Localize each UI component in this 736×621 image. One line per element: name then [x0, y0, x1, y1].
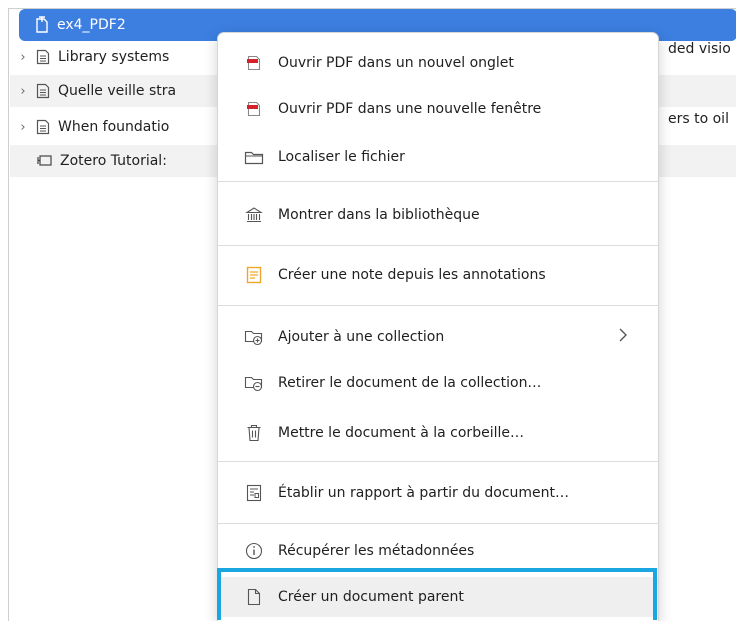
folder-icon — [244, 147, 264, 167]
menu-item-generate-report[interactable]: Établir un rapport à partir du document… — [218, 473, 658, 513]
expand-chevron-icon[interactable]: › — [16, 50, 30, 65]
collection-remove-icon — [244, 373, 264, 393]
pdf-icon — [244, 99, 264, 119]
menu-item-open-pdf-new-window[interactable]: Ouvrir PDF dans une nouvelle fenêtre — [218, 89, 658, 129]
menu-item-remove-from-collection[interactable]: Retirer le document de la collection… — [218, 363, 658, 403]
note-icon — [244, 265, 264, 285]
document-icon — [34, 118, 52, 136]
list-item-overflow: ded visio — [668, 41, 731, 57]
menu-item-label: Créer un document parent — [278, 589, 464, 605]
menu-item-label: Récupérer les métadonnées — [278, 543, 475, 559]
info-icon — [244, 541, 264, 561]
document-icon — [244, 587, 264, 607]
menu-separator — [218, 181, 658, 182]
report-icon — [244, 483, 264, 503]
menu-item-retrieve-metadata[interactable]: Récupérer les métadonnées — [218, 531, 658, 571]
list-item-title: Zotero Tutorial: — [60, 153, 167, 169]
menu-item-create-note-from-annotations[interactable]: Créer une note depuis les annotations — [218, 255, 658, 295]
menu-item-label: Établir un rapport à partir du document… — [278, 485, 570, 501]
pdf-icon — [244, 53, 264, 73]
menu-item-label: Ouvrir PDF dans un nouvel onglet — [278, 55, 514, 71]
pdf-attachment-icon — [33, 16, 51, 34]
presentation-icon — [36, 152, 54, 170]
menu-item-label: Ajouter à une collection — [278, 329, 445, 345]
list-item-title: Library systems — [58, 49, 170, 65]
menu-item-label: Montrer dans la bibliothèque — [278, 207, 480, 223]
menu-item-show-in-library[interactable]: Montrer dans la bibliothèque — [218, 195, 658, 235]
list-item-overflow: ers to oil — [668, 111, 729, 127]
menu-separator — [218, 245, 658, 246]
menu-separator — [218, 523, 658, 524]
collection-add-icon — [244, 327, 264, 347]
expand-chevron-icon[interactable]: › — [16, 120, 30, 135]
menu-separator — [218, 461, 658, 462]
library-icon — [244, 205, 264, 225]
menu-item-create-parent-item[interactable]: Créer un document parent — [218, 577, 658, 617]
menu-separator — [218, 305, 658, 306]
document-icon — [34, 48, 52, 66]
menu-item-add-to-collection[interactable]: Ajouter à une collection — [218, 317, 658, 357]
menu-item-show-file[interactable]: Localiser le fichier — [218, 137, 658, 177]
menu-item-label: Mettre le document à la corbeille… — [278, 425, 524, 441]
list-item-title: When foundatio — [58, 119, 170, 135]
menu-item-label: Créer une note depuis les annotations — [278, 267, 546, 283]
menu-item-label: Retirer le document de la collection… — [278, 375, 542, 391]
menu-item-label: Ouvrir PDF dans une nouvelle fenêtre — [278, 101, 542, 117]
menu-item-move-to-trash[interactable]: Mettre le document à la corbeille… — [218, 413, 658, 453]
selected-attachment-label: ex4_PDF2 — [57, 17, 126, 33]
context-menu: Ouvrir PDF dans un nouvel onglet Ouvrir … — [217, 32, 659, 621]
expand-chevron-icon[interactable]: › — [16, 84, 30, 99]
menu-item-open-pdf-new-tab[interactable]: Ouvrir PDF dans un nouvel onglet — [218, 43, 658, 83]
submenu-chevron-icon — [618, 327, 628, 347]
menu-item-label: Localiser le fichier — [278, 149, 405, 165]
list-item-title: Quelle veille stra — [58, 83, 177, 99]
document-icon — [34, 82, 52, 100]
trash-icon — [244, 423, 264, 443]
